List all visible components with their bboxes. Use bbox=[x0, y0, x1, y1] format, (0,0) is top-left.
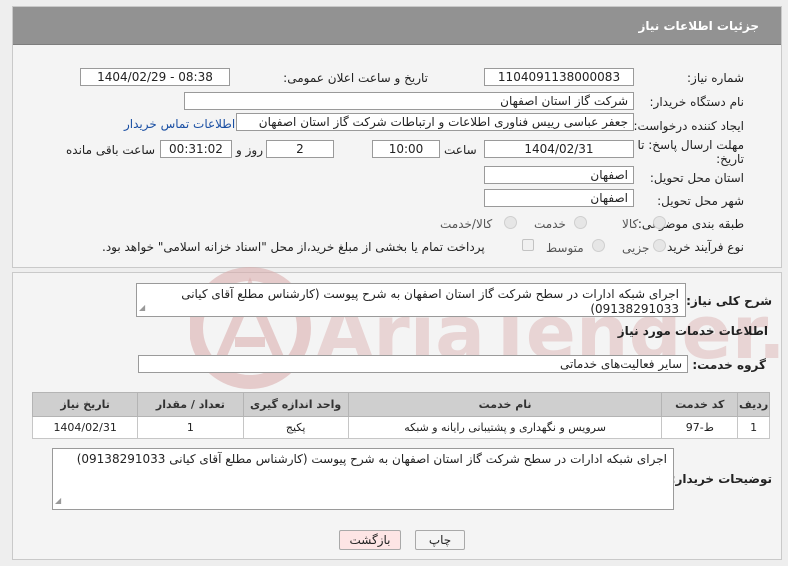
announce-datetime-label: تاریخ و ساعت اعلان عمومی: bbox=[283, 71, 428, 85]
category-goods-radio[interactable] bbox=[653, 216, 666, 229]
resize-grip-icon[interactable]: ◢ bbox=[55, 493, 61, 508]
resize-grip-icon[interactable]: ◢ bbox=[139, 300, 145, 315]
category-goods-label: کالا bbox=[622, 217, 639, 231]
services-table: ردیف کد خدمت نام خدمت واحد اندازه گیری ت… bbox=[31, 392, 770, 439]
service-group-label: گروه خدمت: bbox=[692, 358, 766, 372]
panel-header: جزئیات اطلاعات نیاز bbox=[13, 7, 781, 45]
col-service-name: نام خدمت bbox=[347, 392, 663, 417]
remaining-days-field[interactable]: 2 bbox=[266, 140, 334, 158]
col-row-number: ردیف bbox=[737, 392, 770, 417]
cell-service-name: سرویس و نگهداری و پشتیبانی رایانه و شبکه bbox=[347, 416, 663, 439]
remaining-time-field[interactable]: 00:31:02 bbox=[160, 140, 232, 158]
panel-title: جزئیات اطلاعات نیاز bbox=[638, 19, 759, 33]
col-service-code: کد خدمت bbox=[661, 392, 739, 417]
category-service-label: خدمت bbox=[534, 217, 566, 231]
services-section-title: اطلاعات خدمات مورد نیاز bbox=[617, 324, 768, 338]
col-unit: واحد اندازه گیری bbox=[242, 392, 349, 417]
deadline-time-field[interactable]: 10:00 bbox=[372, 140, 440, 158]
deadline-time-label: ساعت bbox=[444, 143, 477, 157]
buyer-notes-label: توضیحات خریدار: bbox=[670, 472, 772, 486]
process-minor-label: جزیی bbox=[622, 241, 650, 255]
request-creator-label: ایجاد کننده درخواست: bbox=[633, 119, 744, 133]
cell-quantity: 1 bbox=[137, 416, 244, 439]
service-group-field[interactable]: سایر فعالیت‌های خدماتی bbox=[138, 355, 688, 373]
col-need-date: تاریخ نیاز bbox=[31, 392, 139, 417]
need-number-field[interactable]: 1104091138000083 bbox=[484, 68, 634, 86]
delivery-city-label: شهر محل تحویل: bbox=[657, 194, 744, 208]
col-quantity: تعداد / مقدار bbox=[137, 392, 244, 417]
delivery-province-field[interactable]: اصفهان bbox=[484, 166, 634, 184]
back-button[interactable]: بازگشت bbox=[339, 530, 401, 550]
treasury-payment-note: پرداخت تمام یا بخشی از مبلغ خرید،از محل … bbox=[102, 240, 485, 254]
table-row[interactable]: 1 ط-97 سرویس و نگهداری و پشتیبانی رایانه… bbox=[31, 416, 770, 439]
table-header-row: ردیف کد خدمت نام خدمت واحد اندازه گیری ت… bbox=[31, 392, 770, 417]
deadline-label: مهلت ارسال پاسخ: تا bbox=[637, 138, 744, 152]
summary-label: شرح کلی نیاز: bbox=[686, 294, 772, 308]
summary-text: اجرای شبکه ادارات در سطح شرکت گاز استان … bbox=[181, 287, 679, 316]
remaining-label: ساعت باقی مانده bbox=[66, 143, 156, 157]
need-number-label: شماره نیاز: bbox=[687, 71, 744, 85]
process-minor-radio[interactable] bbox=[653, 239, 666, 252]
buyer-contact-link[interactable]: اطلاعات تماس خریدار bbox=[124, 117, 235, 131]
summary-textarea[interactable]: اجرای شبکه ادارات در سطح شرکت گاز استان … bbox=[136, 283, 686, 317]
category-service-radio[interactable] bbox=[574, 216, 587, 229]
buyer-notes-text: اجرای شبکه ادارات در سطح شرکت گاز استان … bbox=[76, 452, 667, 466]
process-medium-label: متوسط bbox=[546, 241, 584, 255]
cell-service-code: ط-97 bbox=[661, 416, 739, 439]
cell-unit: پکیج bbox=[242, 416, 349, 439]
process-medium-radio[interactable] bbox=[592, 239, 605, 252]
cell-need-date: 1404/02/31 bbox=[31, 416, 139, 439]
delivery-province-label: استان محل تحویل: bbox=[649, 171, 744, 185]
days-label: روز و bbox=[236, 143, 263, 157]
deadline-date-field[interactable]: 1404/02/31 bbox=[484, 140, 634, 158]
buyer-org-field[interactable]: شرکت گاز استان اصفهان bbox=[184, 92, 634, 110]
process-type-label: نوع فرآیند خرید : bbox=[659, 240, 744, 254]
cell-row-number: 1 bbox=[737, 416, 770, 439]
delivery-city-field[interactable]: اصفهان bbox=[484, 189, 634, 207]
request-creator-field[interactable]: جعفر عباسی رییس فناوری اطلاعات و ارتباطا… bbox=[236, 113, 634, 131]
print-button[interactable]: چاپ bbox=[415, 530, 465, 550]
deadline-label-2: تاریخ: bbox=[716, 152, 744, 166]
buyer-org-label: نام دستگاه خریدار: bbox=[649, 95, 745, 109]
treasury-payment-checkbox[interactable] bbox=[522, 239, 534, 251]
announce-datetime-field[interactable]: 1404/02/29 - 08:38 bbox=[80, 68, 230, 86]
buyer-notes-textarea[interactable]: اجرای شبکه ادارات در سطح شرکت گاز استان … bbox=[52, 448, 674, 510]
category-goods-service-label: کالا/خدمت bbox=[440, 217, 493, 231]
category-goods-service-radio[interactable] bbox=[504, 216, 517, 229]
